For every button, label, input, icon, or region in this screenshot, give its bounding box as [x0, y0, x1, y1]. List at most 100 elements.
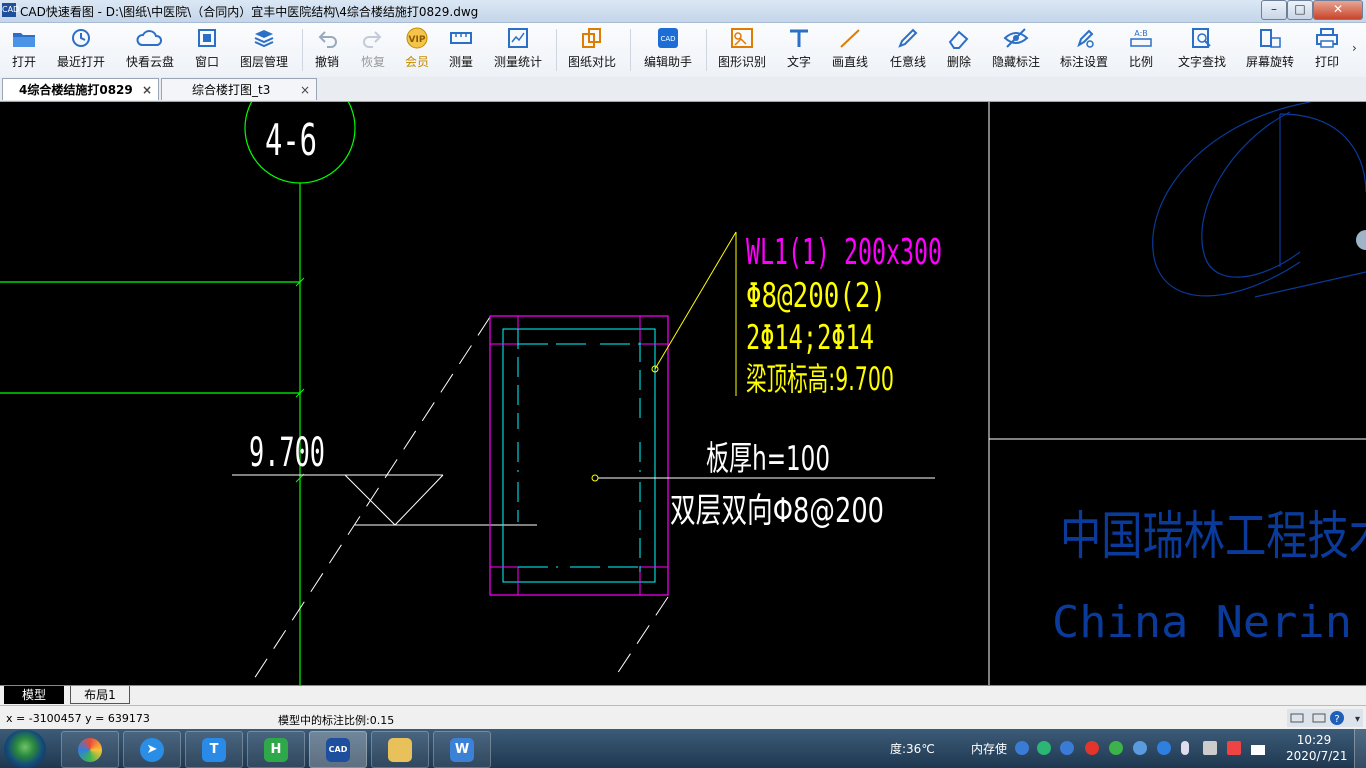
- tray-network-icon[interactable]: [1133, 741, 1147, 755]
- redo-label: 恢复: [360, 55, 385, 69]
- system-clock[interactable]: 10:29 2020/7/21: [1286, 732, 1348, 764]
- erase-button[interactable]: 删除: [942, 25, 976, 75]
- elevation-label: 9.700: [249, 430, 325, 476]
- history-icon: [72, 29, 90, 47]
- rotate-screen-label: 屏幕旋转: [1245, 55, 1294, 69]
- tray-volume-muted-icon[interactable]: [1227, 741, 1241, 755]
- taskbar-h-app[interactable]: H: [247, 731, 305, 768]
- document-tab-active[interactable]: 4综合楼结施打0829 ×: [2, 78, 159, 100]
- freeline-button[interactable]: 任意线: [886, 25, 930, 75]
- open-label: 打开: [11, 55, 36, 69]
- show-desktop-button[interactable]: [1354, 729, 1366, 768]
- close-button[interactable]: ✕: [1313, 0, 1363, 20]
- taskbar-file-explorer[interactable]: [371, 731, 429, 768]
- app-icon: CAD: [2, 3, 19, 17]
- cloud-button[interactable]: 快看云盘: [122, 25, 178, 75]
- tray-clipboard-icon[interactable]: [1203, 741, 1217, 755]
- floating-assistant-icon[interactable]: [1356, 230, 1366, 250]
- cloud-label: 快看云盘: [125, 55, 174, 69]
- title-bar: CAD CAD快速看图 - D:\图纸\中医院\（合同内）宜丰中医院结构\4综合…: [0, 0, 1366, 23]
- ratio-button[interactable]: A:B 比例: [1124, 25, 1158, 75]
- tray-chat-icon[interactable]: [1037, 741, 1051, 755]
- layers-icon: [254, 30, 274, 48]
- model-tab[interactable]: 模型: [4, 686, 64, 704]
- open-button[interactable]: 打开: [4, 25, 44, 75]
- corner-bar: [489, 566, 519, 596]
- settings-pen-icon: [1077, 29, 1094, 48]
- cursor-coordinates: x = -3100457 y = 639173: [6, 712, 150, 725]
- hide-annotation-label: 隐藏标注: [991, 55, 1040, 69]
- taskbar-cad-viewer[interactable]: CAD: [309, 731, 367, 768]
- leader-line: [654, 231, 737, 370]
- drawing-canvas[interactable]: 4-6 9.700 WL1(1) 200x300 Φ8@200(2) 2Φ14;…: [0, 102, 1366, 685]
- tab-close-icon[interactable]: ×: [300, 79, 310, 101]
- beam-label-line4: 梁顶标高:9.700: [746, 360, 894, 398]
- maximize-icon: □: [1294, 2, 1306, 16]
- compare-button[interactable]: 图纸对比: [564, 25, 620, 75]
- text-tool-icon: T: [202, 738, 226, 762]
- main-toolbar: 打开 最近打开 快看云盘 窗口 图层管理 撤销 恢复 VIP 会员 测量 测量统…: [0, 23, 1366, 78]
- document-tab-bar: 4综合楼结施打0829 × 综合楼打图_t3 ×: [0, 77, 1366, 102]
- taskbar-messenger[interactable]: ➤: [123, 731, 181, 768]
- maximize-button[interactable]: □: [1287, 0, 1313, 20]
- start-button[interactable]: [4, 730, 46, 768]
- text-search-button[interactable]: 文字查找: [1174, 25, 1230, 75]
- compare-label: 图纸对比: [567, 55, 616, 69]
- svg-text:?: ?: [1334, 714, 1339, 725]
- window-label: 窗口: [194, 55, 219, 69]
- svg-text:CAD: CAD: [660, 35, 675, 43]
- tray-g-icon[interactable]: [1157, 741, 1171, 755]
- print-button[interactable]: 打印: [1310, 25, 1344, 75]
- rebar-lines: [518, 343, 640, 568]
- shape-icon: [731, 28, 753, 48]
- minimize-button[interactable]: –: [1261, 0, 1287, 20]
- eraser-icon: [948, 30, 969, 49]
- svg-text:VIP: VIP: [409, 35, 426, 45]
- layout1-tab[interactable]: 布局1: [70, 686, 130, 704]
- rotate-screen-button[interactable]: 屏幕旋转: [1242, 25, 1298, 75]
- undo-button[interactable]: 撤销: [310, 25, 344, 75]
- tab-close-icon[interactable]: ×: [142, 79, 152, 101]
- text-button[interactable]: 文字: [782, 25, 816, 75]
- window-button[interactable]: 窗口: [190, 25, 224, 75]
- tray-bluetooth-icon[interactable]: [1181, 741, 1189, 755]
- beam-section-outline: [489, 315, 669, 596]
- tray-wechat-icon[interactable]: [1109, 741, 1123, 755]
- undo-label: 撤销: [314, 55, 339, 69]
- document-tab[interactable]: 综合楼打图_t3 ×: [161, 78, 317, 100]
- shape-recognize-button[interactable]: 图形识别: [714, 25, 770, 75]
- redo-button[interactable]: 恢复: [356, 25, 390, 75]
- taskbar-text-tool[interactable]: T: [185, 731, 243, 768]
- h-app-icon: H: [264, 738, 288, 762]
- document-tab-label: 综合楼打图_t3: [192, 83, 271, 97]
- annotation-settings-button[interactable]: 标注设置: [1056, 25, 1112, 75]
- tray-house-icon[interactable]: [1015, 741, 1029, 755]
- dashed-slope-line: [249, 316, 491, 685]
- toolbar-more-chevron-icon[interactable]: ›: [1352, 41, 1357, 55]
- edit-helper-button[interactable]: CAD 编辑助手: [640, 25, 696, 75]
- recent-button[interactable]: 最近打开: [52, 25, 110, 75]
- vip-button[interactable]: VIP 会员: [400, 25, 434, 75]
- taskbar-browser[interactable]: [61, 731, 119, 768]
- tray-gear-icon[interactable]: [1060, 741, 1074, 755]
- cad-viewer-icon: CAD: [326, 738, 350, 762]
- freeline-label: 任意线: [889, 55, 926, 69]
- window-title: CAD快速看图 - D:\图纸\中医院\（合同内）宜丰中医院结构\4综合楼结施打…: [20, 5, 479, 19]
- measure-stats-button[interactable]: 测量统计: [490, 25, 546, 75]
- layers-button[interactable]: 图层管理: [236, 25, 292, 75]
- toolbar-divider: [630, 29, 631, 71]
- text-label: 文字: [786, 55, 811, 69]
- tray-signal-icon[interactable]: [1251, 745, 1265, 755]
- clock-time: 10:29: [1296, 733, 1332, 747]
- vip-label: 会员: [404, 55, 429, 69]
- taskbar-wps[interactable]: W: [433, 731, 491, 768]
- slab-rebar-label: 双层双向Φ8@200: [670, 491, 884, 531]
- line-button[interactable]: 画直线: [828, 25, 872, 75]
- tray-weibo-icon[interactable]: [1085, 741, 1099, 755]
- measure-button[interactable]: 测量: [444, 25, 478, 75]
- hide-annotation-button[interactable]: 隐藏标注: [988, 25, 1044, 75]
- slab-thickness-label: 板厚h=100: [706, 439, 830, 479]
- edit-helper-label: 编辑助手: [643, 55, 692, 69]
- erase-label: 删除: [946, 55, 971, 69]
- status-tray-icons[interactable]: ? ▾: [1287, 709, 1363, 727]
